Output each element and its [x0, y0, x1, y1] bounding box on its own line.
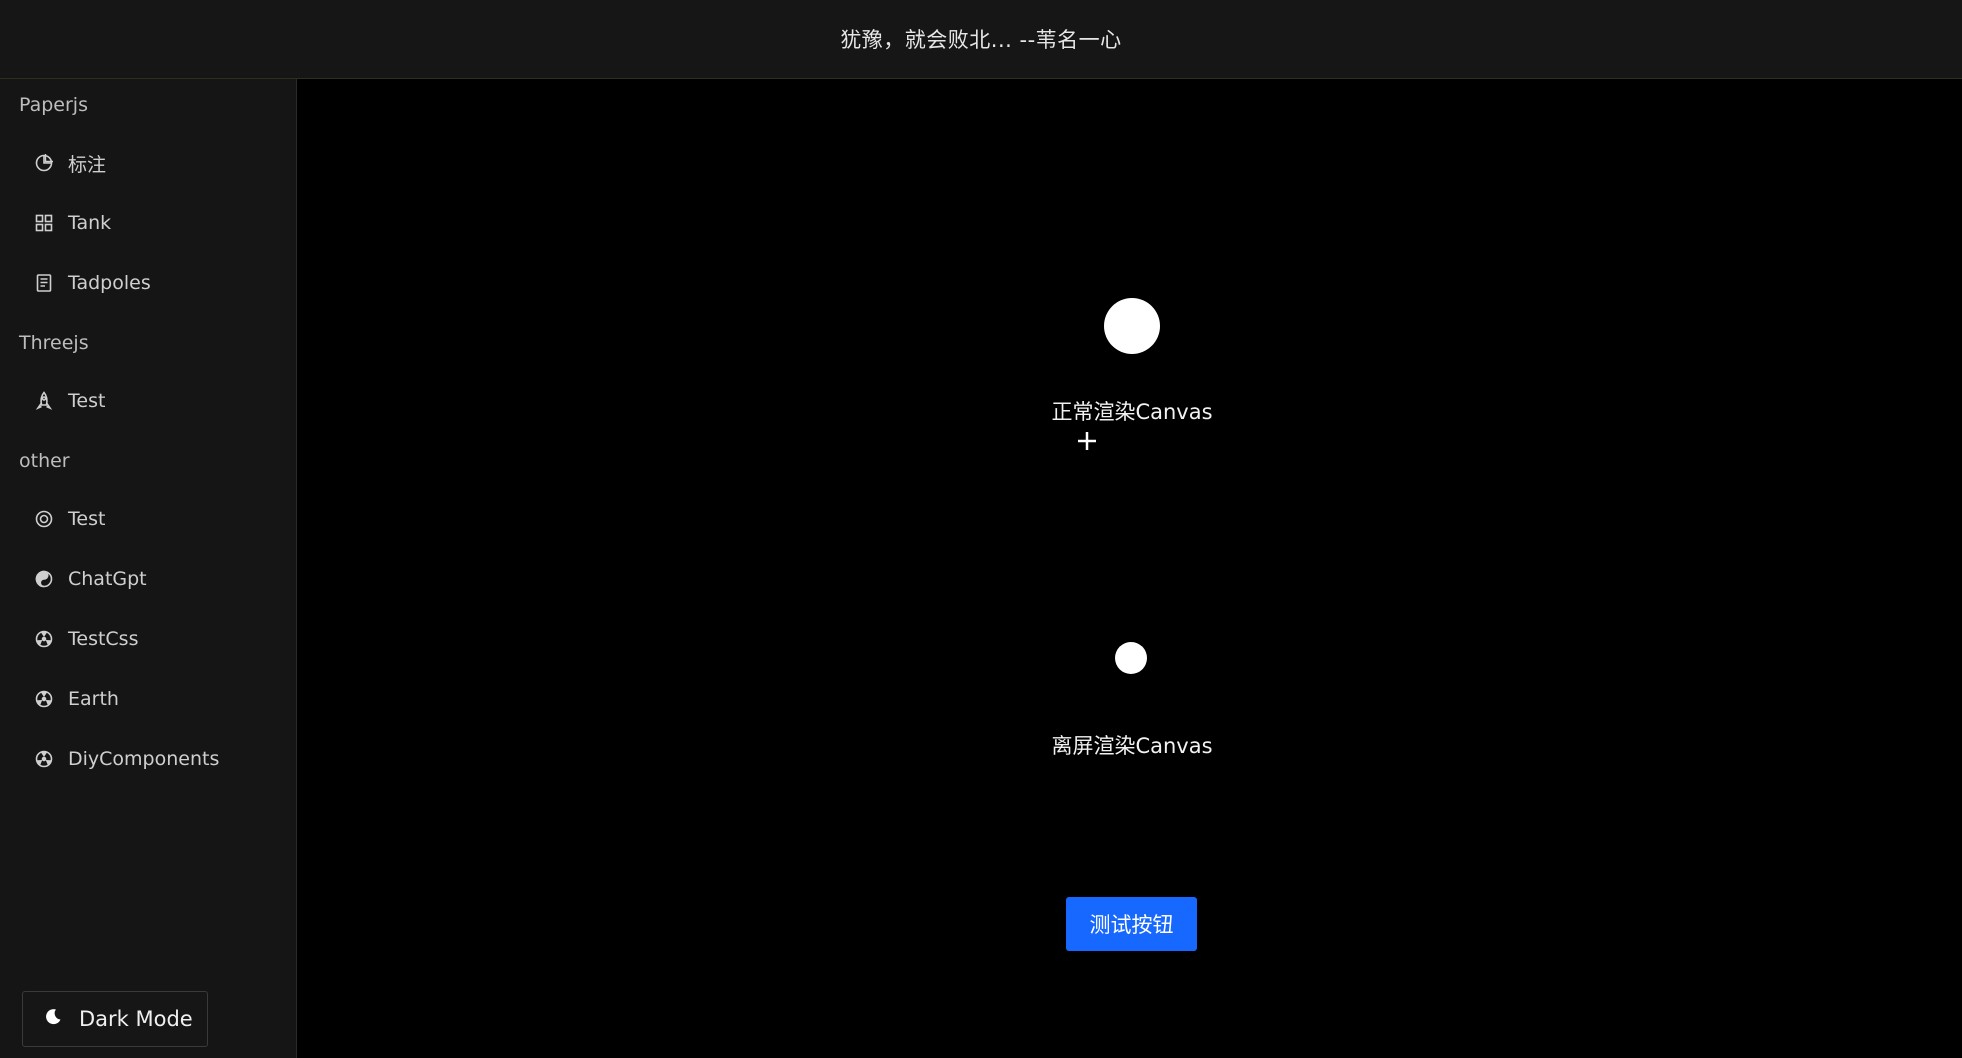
crosshair-cursor-icon: [1077, 431, 1097, 451]
sidebar-item-testcss[interactable]: TestCss: [0, 611, 297, 667]
sidebar-item-label: Test: [68, 508, 106, 530]
header-title: 犹豫，就会败北... --苇名一心: [840, 28, 1122, 52]
rocket-icon: [34, 391, 54, 411]
dark-mode-button[interactable]: Dark Mode: [22, 991, 208, 1047]
radiation-icon: [34, 749, 54, 769]
normal-canvas-caption: 正常渲染Canvas: [1051, 400, 1213, 424]
sidebar-group-other: other: [19, 450, 70, 472]
normal-canvas-ball: [1104, 298, 1160, 354]
sidebar-item-label: Earth: [68, 688, 119, 710]
radiation-icon: [34, 629, 54, 649]
sidebar-item-chatgpt[interactable]: ChatGpt: [0, 551, 297, 607]
sidebar-item-earth[interactable]: Earth: [0, 671, 297, 727]
sidebar-item-tank[interactable]: Tank: [0, 195, 297, 251]
sidebar-item-label: Tank: [68, 212, 112, 234]
sidebar-item-tadpoles[interactable]: Tadpoles: [0, 255, 297, 311]
sidebar-item-label: TestCss: [68, 628, 139, 650]
offscreen-canvas-ball: [1115, 642, 1147, 674]
dark-mode-label: Dark Mode: [79, 1007, 193, 1031]
sidebar-item-label: Tadpoles: [68, 272, 151, 294]
sidebar-item-label: ChatGpt: [68, 568, 147, 590]
test-button[interactable]: 测试按钮: [1066, 897, 1197, 951]
sidebar-item-annotation[interactable]: 标注: [0, 135, 297, 191]
sidebar-item-label: DiyComponents: [68, 748, 220, 770]
sidebar-group-threejs: Threejs: [19, 332, 89, 354]
grid-icon: [34, 213, 54, 233]
pie-chart-icon: [34, 153, 54, 173]
sidebar-item-label: Test: [68, 390, 106, 412]
sidebar-item-diycomponents[interactable]: DiyComponents: [0, 731, 297, 787]
sidebar-item-label: 标注: [68, 153, 107, 176]
app-header: 犹豫，就会败北... --苇名一心: [0, 0, 1962, 79]
radiation-icon: [34, 689, 54, 709]
sidebar-item-other-test[interactable]: Test: [0, 491, 297, 547]
document-icon: [34, 273, 54, 293]
main-content: 正常渲染Canvas 离屏渲染Canvas 测试按钮: [298, 80, 1962, 1058]
sidebar: Paperjs 标注 Tank Tadpoles Threejs Test ot…: [0, 79, 297, 1058]
sidebar-group-paperjs: Paperjs: [19, 94, 88, 116]
offscreen-canvas-caption: 离屏渲染Canvas: [1051, 734, 1213, 758]
sidebar-item-threejs-test[interactable]: Test: [0, 373, 297, 429]
yin-yang-icon: [34, 569, 54, 589]
target-icon: [34, 509, 54, 529]
moon-icon: [43, 1007, 67, 1031]
